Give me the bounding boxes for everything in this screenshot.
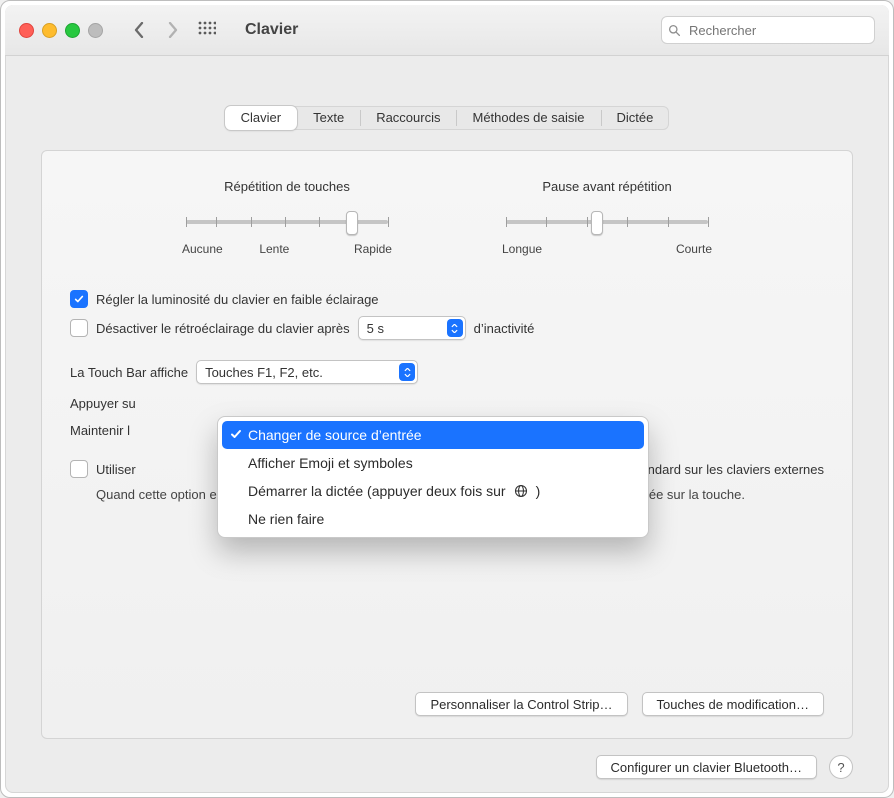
forward-button[interactable]: [159, 16, 187, 44]
check-icon: [74, 294, 84, 304]
checkbox-backlight[interactable]: [70, 319, 88, 337]
menu-item-change-input-source[interactable]: Changer de source d’entrée: [222, 421, 644, 449]
checkbox-brightness[interactable]: [70, 290, 88, 308]
tab-clavier[interactable]: Clavier: [225, 106, 297, 130]
toolbar-search[interactable]: [661, 16, 875, 44]
key-repeat-block: Répétition de touches Aucune Le: [182, 179, 392, 256]
window-frame: Clavier Clavier Texte Raccourcis Méthode…: [0, 0, 894, 798]
select-backlight-delay[interactable]: 5 s: [358, 316, 466, 340]
window-title: Clavier: [245, 21, 298, 39]
select-backlight-value: 5 s: [367, 321, 384, 336]
key-repeat-slider-labels: Aucune Lente Rapide: [182, 242, 392, 256]
row-press-fn: Appuyer su: [70, 396, 824, 411]
label-press-fn: Appuyer su: [70, 396, 136, 411]
chevron-right-icon: [166, 22, 180, 38]
show-all-button[interactable]: [193, 16, 221, 44]
modifier-keys-button[interactable]: Touches de modification…: [642, 692, 824, 716]
select-touchbar-value: Touches F1, F2, etc.: [205, 365, 323, 380]
check-icon: [230, 427, 242, 443]
menu-item-show-emoji[interactable]: Afficher Emoji et symboles: [218, 449, 648, 477]
press-fn-menu: Changer de source d’entrée Afficher Emoj…: [217, 416, 649, 538]
minimize-window-button[interactable]: [42, 23, 57, 38]
help-button[interactable]: ?: [829, 755, 853, 779]
key-repeat-slider[interactable]: [186, 212, 388, 232]
grid-icon: [198, 21, 216, 39]
globe-icon: [514, 483, 528, 499]
checkbox-use-fn-keys[interactable]: [70, 460, 88, 478]
close-window-button[interactable]: [19, 23, 34, 38]
delay-slider-labels: Longue Courte: [502, 242, 712, 256]
footer-row: Configurer un clavier Bluetooth… ?: [41, 755, 853, 779]
label-use-fn-left: Utiliser: [96, 462, 136, 477]
menu-item-label: Ne rien faire: [248, 511, 324, 527]
menu-item-label: Changer de source d’entrée: [248, 427, 422, 443]
updown-icon: [447, 319, 463, 337]
menu-item-start-dictation[interactable]: Démarrer la dictée (appuyer deux fois su…: [218, 477, 648, 505]
tab-texte[interactable]: Texte: [297, 106, 360, 130]
label-backlight-before: Désactiver le rétroéclairage du clavier …: [96, 321, 350, 336]
delay-label: Pause avant répétition: [502, 179, 712, 194]
row-touchbar: La Touch Bar affiche Touches F1, F2, etc…: [70, 360, 824, 384]
panel-bottom-row: Personnaliser la Control Strip… Touches …: [70, 692, 824, 716]
back-button[interactable]: [125, 16, 153, 44]
tab-dictee[interactable]: Dictée: [601, 106, 670, 130]
tab-raccourcis[interactable]: Raccourcis: [360, 106, 456, 130]
tab-bar: Clavier Texte Raccourcis Méthodes de sai…: [225, 106, 670, 130]
row-backlight: Désactiver le rétroéclairage du clavier …: [70, 316, 824, 340]
updown-icon: [399, 363, 415, 381]
menu-item-label: Afficher Emoji et symboles: [248, 455, 413, 471]
sliders-row: Répétition de touches Aucune Le: [70, 179, 824, 256]
delay-block: Pause avant répétition Longue Courte: [502, 179, 712, 256]
menu-item-label: Démarrer la dictée (appuyer deux fois su…: [248, 483, 506, 499]
zoom-window-button[interactable]: [65, 23, 80, 38]
window: Clavier Clavier Texte Raccourcis Méthode…: [5, 5, 889, 793]
label-brightness: Régler la luminosité du clavier en faibl…: [96, 292, 379, 307]
menu-item-do-nothing[interactable]: Ne rien faire: [218, 505, 648, 533]
traffic-lights: [19, 23, 103, 38]
label-hold-fn: Maintenir l: [70, 423, 130, 438]
search-icon: [668, 24, 681, 37]
delay-slider[interactable]: [506, 212, 708, 232]
chevron-left-icon: [132, 22, 146, 38]
search-input[interactable]: [687, 22, 868, 39]
label-use-fn-right: standard sur les claviers externes: [630, 462, 824, 477]
toolbar: Clavier: [5, 5, 889, 56]
window-dot-disabled: [88, 23, 103, 38]
select-touchbar-shows[interactable]: Touches F1, F2, etc.: [196, 360, 418, 384]
customize-control-strip-button[interactable]: Personnaliser la Control Strip…: [415, 692, 627, 716]
label-backlight-after: d’inactivité: [474, 321, 535, 336]
label-touchbar: La Touch Bar affiche: [70, 365, 188, 380]
row-brightness: Régler la luminosité du clavier en faibl…: [70, 290, 824, 308]
menu-item-label-close: ): [536, 483, 541, 499]
key-repeat-label: Répétition de touches: [182, 179, 392, 194]
tab-methodes[interactable]: Méthodes de saisie: [456, 106, 600, 130]
bluetooth-keyboard-button[interactable]: Configurer un clavier Bluetooth…: [596, 755, 818, 779]
